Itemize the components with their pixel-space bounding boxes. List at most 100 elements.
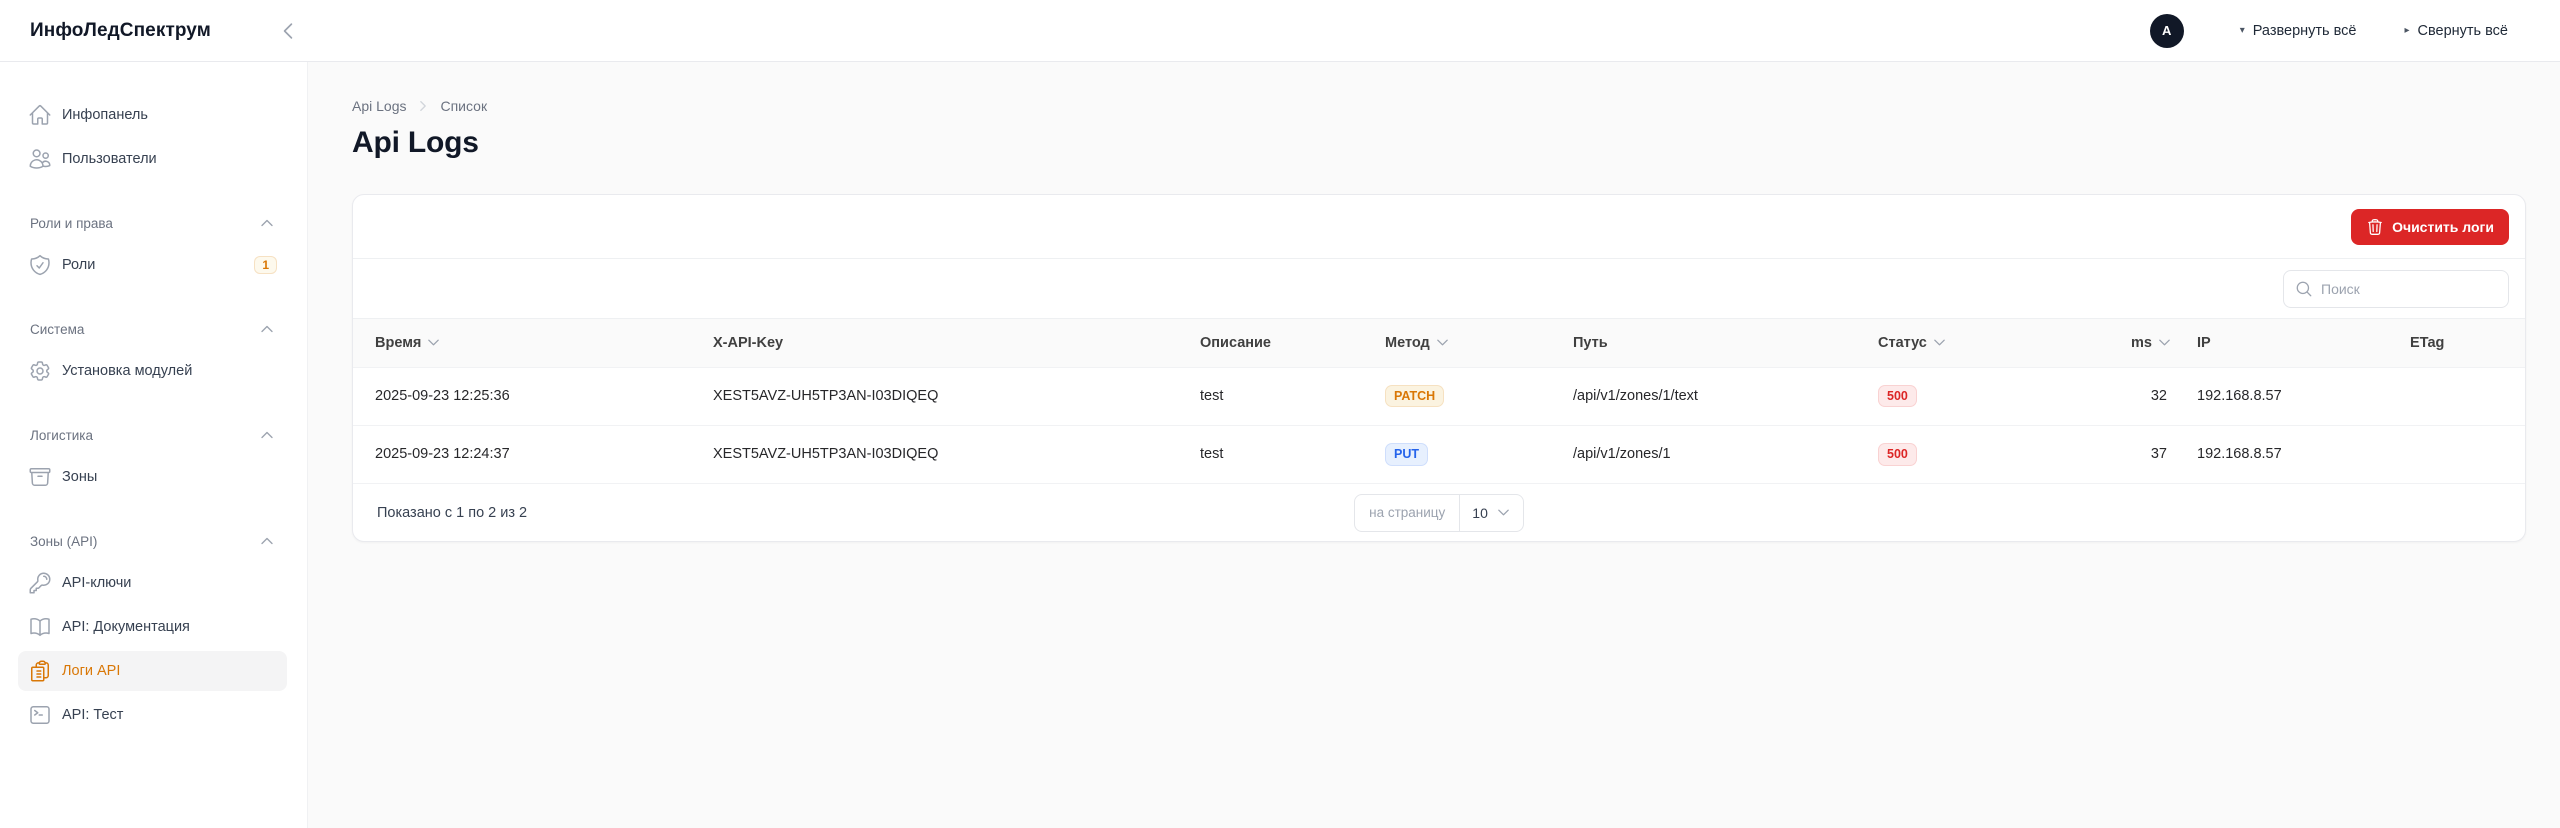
sidebar-item-label: API: Тест [62, 707, 124, 723]
cell-ip: 192.168.8.57 [2197, 424, 2410, 483]
table-footer: Показано с 1 по 2 из 2 на страницу 10 [353, 483, 2525, 541]
clear-logs-button[interactable]: Очистить логи [2351, 208, 2509, 245]
cell-path: /api/v1/zones/1 [1573, 424, 1878, 483]
sidebar-item-api-keys[interactable]: API-ключи [18, 563, 287, 603]
per-page-label: на страницу [1355, 494, 1461, 531]
column-label: X-API-Key [713, 334, 784, 351]
cell-etag [2410, 424, 2525, 483]
column-label: Метод [1385, 334, 1430, 351]
sidebar-item-label: Установка модулей [62, 363, 193, 379]
table-row[interactable]: 2025-09-23 12:25:36 XEST5AVZ-UH5TP3AN-I0… [353, 366, 2525, 425]
column-label: ms [2131, 334, 2152, 351]
column-label: Путь [1573, 334, 1608, 351]
sidebar-group-label: Система [30, 321, 85, 337]
sidebar-group-toggle[interactable]: Логистика [18, 425, 287, 445]
table-toolbar: Очистить логи [353, 195, 2525, 259]
sidebar-group-toggle[interactable]: Зоны (API) [18, 531, 287, 551]
expand-all-button[interactable]: ▾ Развернуть всё [2240, 23, 2357, 39]
chevron-up-icon [259, 533, 275, 549]
per-page-value: 10 [1472, 504, 1488, 521]
key-icon [28, 571, 52, 595]
trash-icon [2366, 218, 2384, 236]
cell-api-key: XEST5AVZ-UH5TP3AN-I03DIQEQ [713, 424, 1200, 483]
brand-logo: ИнфоЛедСпектрум [30, 19, 211, 41]
column-label: IP [2197, 334, 2211, 351]
sidebar-item-dashboard[interactable]: Инфопанель [18, 95, 287, 135]
column-header-description: Описание [1200, 319, 1385, 367]
sidebar-item-api-docs[interactable]: API: Документация [18, 607, 287, 647]
sidebar-item-label: API-ключи [62, 575, 132, 591]
chevron-up-icon [259, 215, 275, 231]
method-badge: PATCH [1385, 384, 1445, 408]
sidebar-item-label: Инфопанель [62, 107, 148, 123]
column-label: Время [375, 334, 422, 351]
sidebar-item-api-test[interactable]: API: Тест [18, 695, 287, 735]
cell-etag [2410, 366, 2525, 425]
sidebar-group-label: Роли и права [30, 215, 113, 231]
sidebar-group-toggle[interactable]: Система [18, 319, 287, 339]
cell-ms: 37 [2131, 424, 2197, 483]
column-header-status[interactable]: Статус [1878, 319, 2131, 367]
sort-chevron-down-icon [1435, 335, 1450, 350]
per-page-select[interactable]: 10 [1460, 495, 1523, 531]
chevron-up-icon [259, 427, 275, 443]
sidebar-group-label: Логистика [30, 427, 94, 443]
home-icon [28, 103, 52, 127]
cell-path: /api/v1/zones/1/text [1573, 366, 1878, 425]
sidebar-group-label: Зоны (API) [30, 533, 98, 549]
sidebar-item-modules[interactable]: Установка модулей [18, 351, 287, 391]
cell-description: test [1200, 366, 1385, 425]
avatar[interactable]: A [2149, 13, 2184, 48]
topbar: ИнфоЛедСпектрум A ▾ Развернуть всё ▸ Све… [0, 0, 2560, 62]
column-header-ms[interactable]: ms [2131, 319, 2197, 367]
table-row[interactable]: 2025-09-23 12:24:37 XEST5AVZ-UH5TP3AN-I0… [353, 424, 2525, 483]
search-icon [2295, 280, 2313, 298]
sidebar-item-roles[interactable]: Роли 1 [18, 245, 287, 285]
cell-time: 2025-09-23 12:24:37 [353, 424, 713, 483]
chevron-left-icon [277, 20, 299, 42]
cell-status: 500 [1878, 424, 2131, 483]
clear-logs-label: Очистить логи [2392, 218, 2494, 235]
per-page-control: на страницу 10 [1354, 493, 1524, 532]
column-header-method[interactable]: Метод [1385, 319, 1573, 367]
column-label: ETag [2410, 334, 2445, 351]
cell-time: 2025-09-23 12:25:36 [353, 366, 713, 425]
sidebar-item-users[interactable]: Пользователи [18, 139, 287, 179]
shield-check-icon [28, 253, 52, 277]
sidebar-item-zones[interactable]: Зоны [18, 457, 287, 497]
column-header-time[interactable]: Время [353, 319, 713, 367]
sort-chevron-down-icon [1932, 335, 1947, 350]
command-line-icon [28, 703, 52, 727]
search-box[interactable] [2283, 269, 2509, 308]
cell-ms: 32 [2131, 366, 2197, 425]
chevron-down-icon [1496, 505, 1511, 520]
collapse-all-label: Свернуть всё [2417, 22, 2508, 39]
cell-status: 500 [1878, 366, 2131, 425]
column-header-path: Путь [1573, 319, 1878, 367]
chevron-up-icon [259, 321, 275, 337]
cell-method: PUT [1385, 424, 1573, 483]
page-title: Api Logs [352, 126, 479, 159]
sidebar-collapse-button[interactable] [277, 20, 299, 42]
sidebar: Инфопанель Пользователи Роли и права Рол… [0, 62, 308, 828]
status-badge: 500 [1878, 442, 1917, 466]
chevron-right-icon [416, 99, 430, 113]
book-open-icon [28, 615, 52, 639]
sidebar-item-label: Логи API [62, 663, 121, 679]
main-content: Api Logs Список Api Logs Очистить логи П… [308, 62, 2560, 828]
collapse-all-button[interactable]: ▸ Свернуть всё [2404, 23, 2508, 39]
sidebar-group-system: Система Установка модулей [18, 319, 287, 391]
sidebar-group-toggle[interactable]: Роли и права [18, 213, 287, 233]
breadcrumb: Api Logs Список [352, 98, 2526, 114]
sidebar-item-label: Пользователи [62, 151, 157, 167]
cell-method: PATCH [1385, 366, 1573, 425]
sort-chevron-down-icon [426, 335, 441, 350]
column-header-etag: ETag [2410, 319, 2525, 367]
breadcrumb-parent[interactable]: Api Logs [352, 98, 406, 114]
column-header-api-key: X-API-Key [713, 319, 1200, 367]
column-label: Статус [1878, 334, 1927, 351]
roles-count-badge: 1 [254, 256, 277, 274]
sidebar-item-api-logs[interactable]: Логи API [18, 651, 287, 691]
search-input[interactable] [2321, 280, 2497, 297]
sidebar-group-roles: Роли и права Роли 1 [18, 213, 287, 285]
